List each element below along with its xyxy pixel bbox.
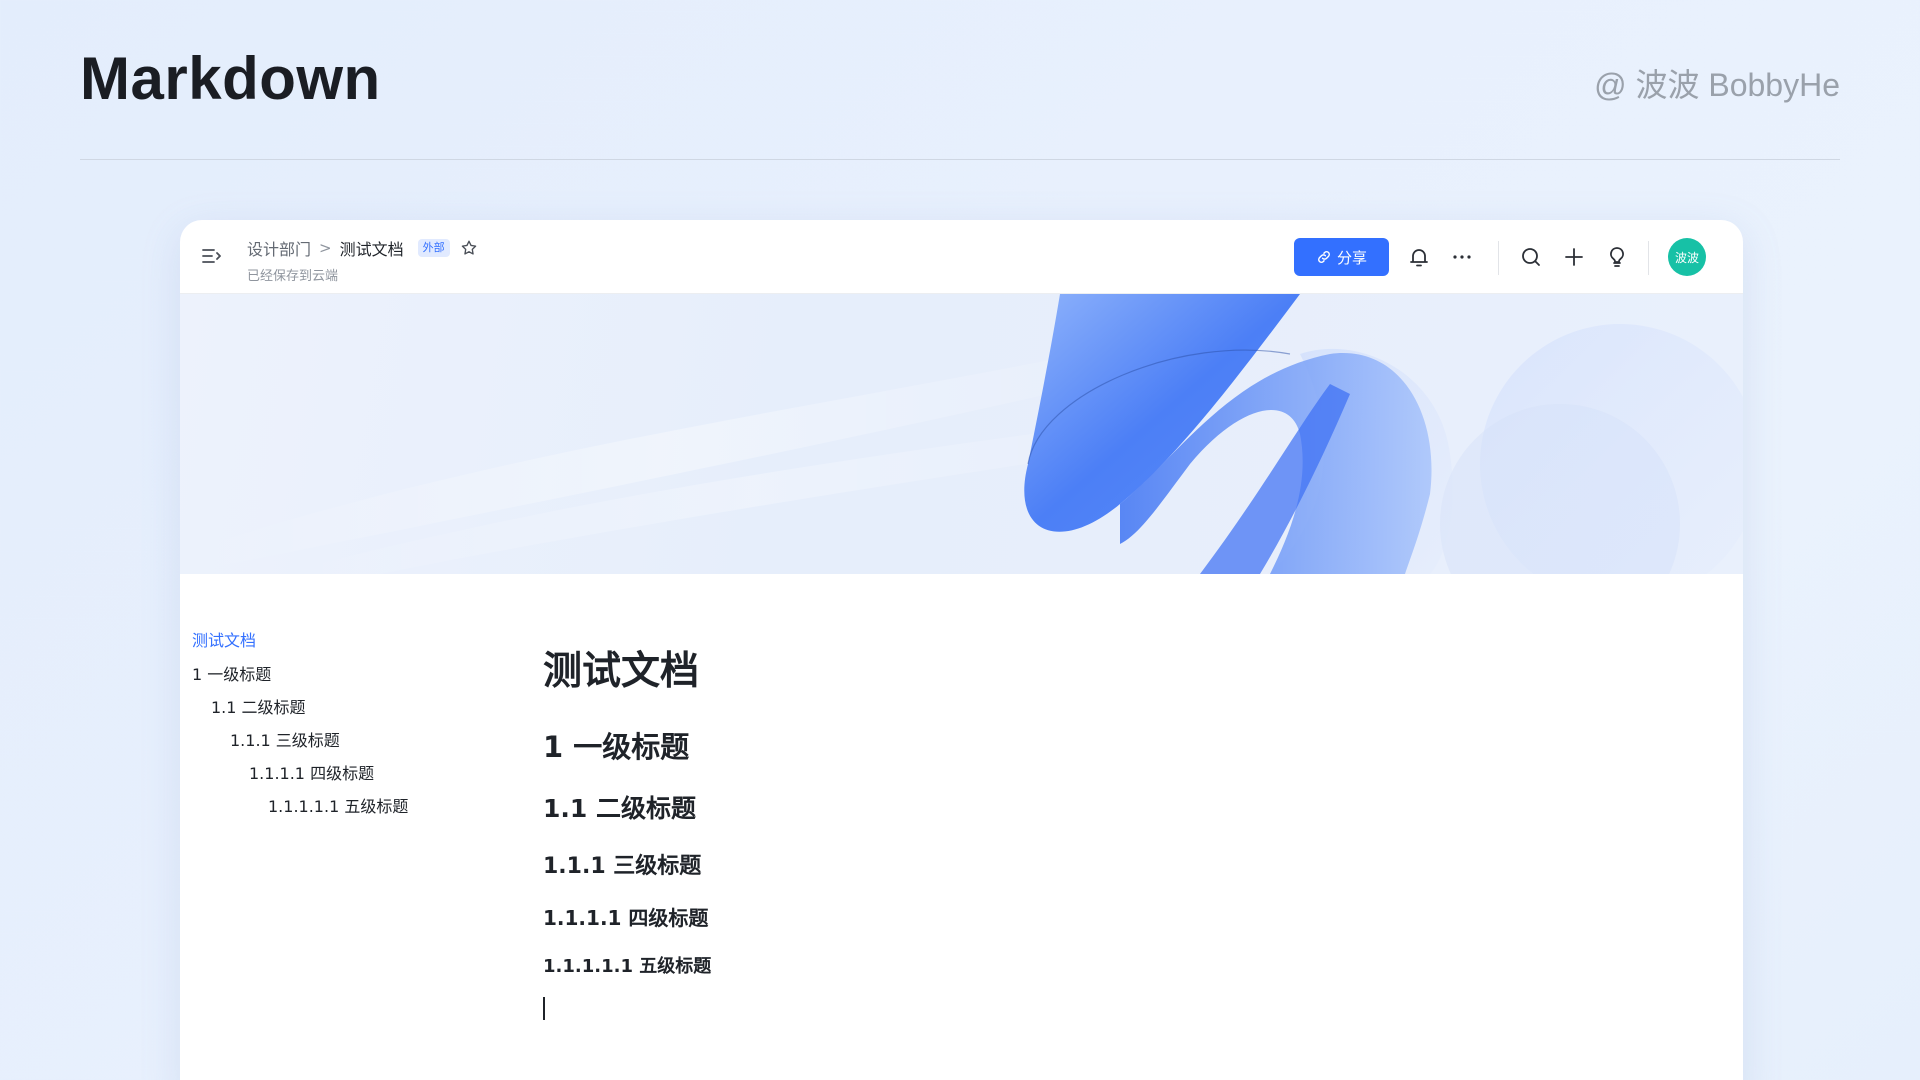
heading-5[interactable]: 1.1.1.1.1 五级标题 [543, 952, 711, 978]
toc-item-h2[interactable]: 1.1 二级标题 [211, 699, 306, 717]
share-label: 分享 [1336, 248, 1367, 267]
slide-author: @ 波波 BobbyHe [1594, 67, 1840, 103]
toolbar-divider [1648, 241, 1649, 275]
link-icon [1318, 251, 1330, 263]
slide-divider [80, 159, 1840, 160]
doc-topbar: 设计部门 > 测试文档 外部 已经保存到云端 分享 波波 [180, 220, 1743, 294]
breadcrumb-current: 测试文档 [339, 240, 404, 259]
cover-banner [180, 294, 1743, 574]
share-button[interactable]: 分享 [1294, 238, 1389, 276]
toc-item-title[interactable]: 测试文档 [192, 632, 256, 650]
doc-title[interactable]: 测试文档 [543, 640, 699, 696]
text-cursor [543, 997, 545, 1020]
app-window: 设计部门 > 测试文档 外部 已经保存到云端 分享 波波 测试文档 1 一级标题… [180, 220, 1743, 1080]
toc-item-h4[interactable]: 1.1.1.1 四级标题 [249, 765, 374, 783]
save-status: 已经保存到云端 [247, 269, 339, 284]
menu-fold-icon[interactable] [200, 244, 224, 268]
toc-item-h1[interactable]: 1 一级标题 [192, 666, 271, 684]
external-tag: 外部 [417, 239, 450, 257]
bell-icon[interactable] [1407, 245, 1431, 269]
breadcrumb: 设计部门 > 测试文档 外部 [247, 236, 478, 260]
star-icon[interactable] [460, 239, 478, 257]
avatar[interactable]: 波波 [1668, 238, 1706, 276]
slide-title: Markdown [80, 45, 381, 112]
breadcrumb-parent[interactable]: 设计部门 [247, 236, 311, 260]
cover-image [180, 294, 1743, 574]
heading-3[interactable]: 1.1.1 三级标题 [543, 848, 701, 880]
breadcrumb-separator: > [319, 239, 332, 257]
heading-4[interactable]: 1.1.1.1 四级标题 [543, 902, 708, 931]
heading-2[interactable]: 1.1 二级标题 [543, 789, 696, 825]
more-icon[interactable] [1450, 245, 1474, 269]
toc-item-h3[interactable]: 1.1.1 三级标题 [230, 732, 340, 750]
search-icon[interactable] [1519, 245, 1543, 269]
toc-item-h5[interactable]: 1.1.1.1.1 五级标题 [268, 798, 408, 816]
plus-icon[interactable] [1562, 245, 1586, 269]
bulb-icon[interactable] [1605, 245, 1629, 269]
toolbar-divider [1498, 241, 1499, 275]
heading-1[interactable]: 1 一级标题 [543, 724, 689, 766]
